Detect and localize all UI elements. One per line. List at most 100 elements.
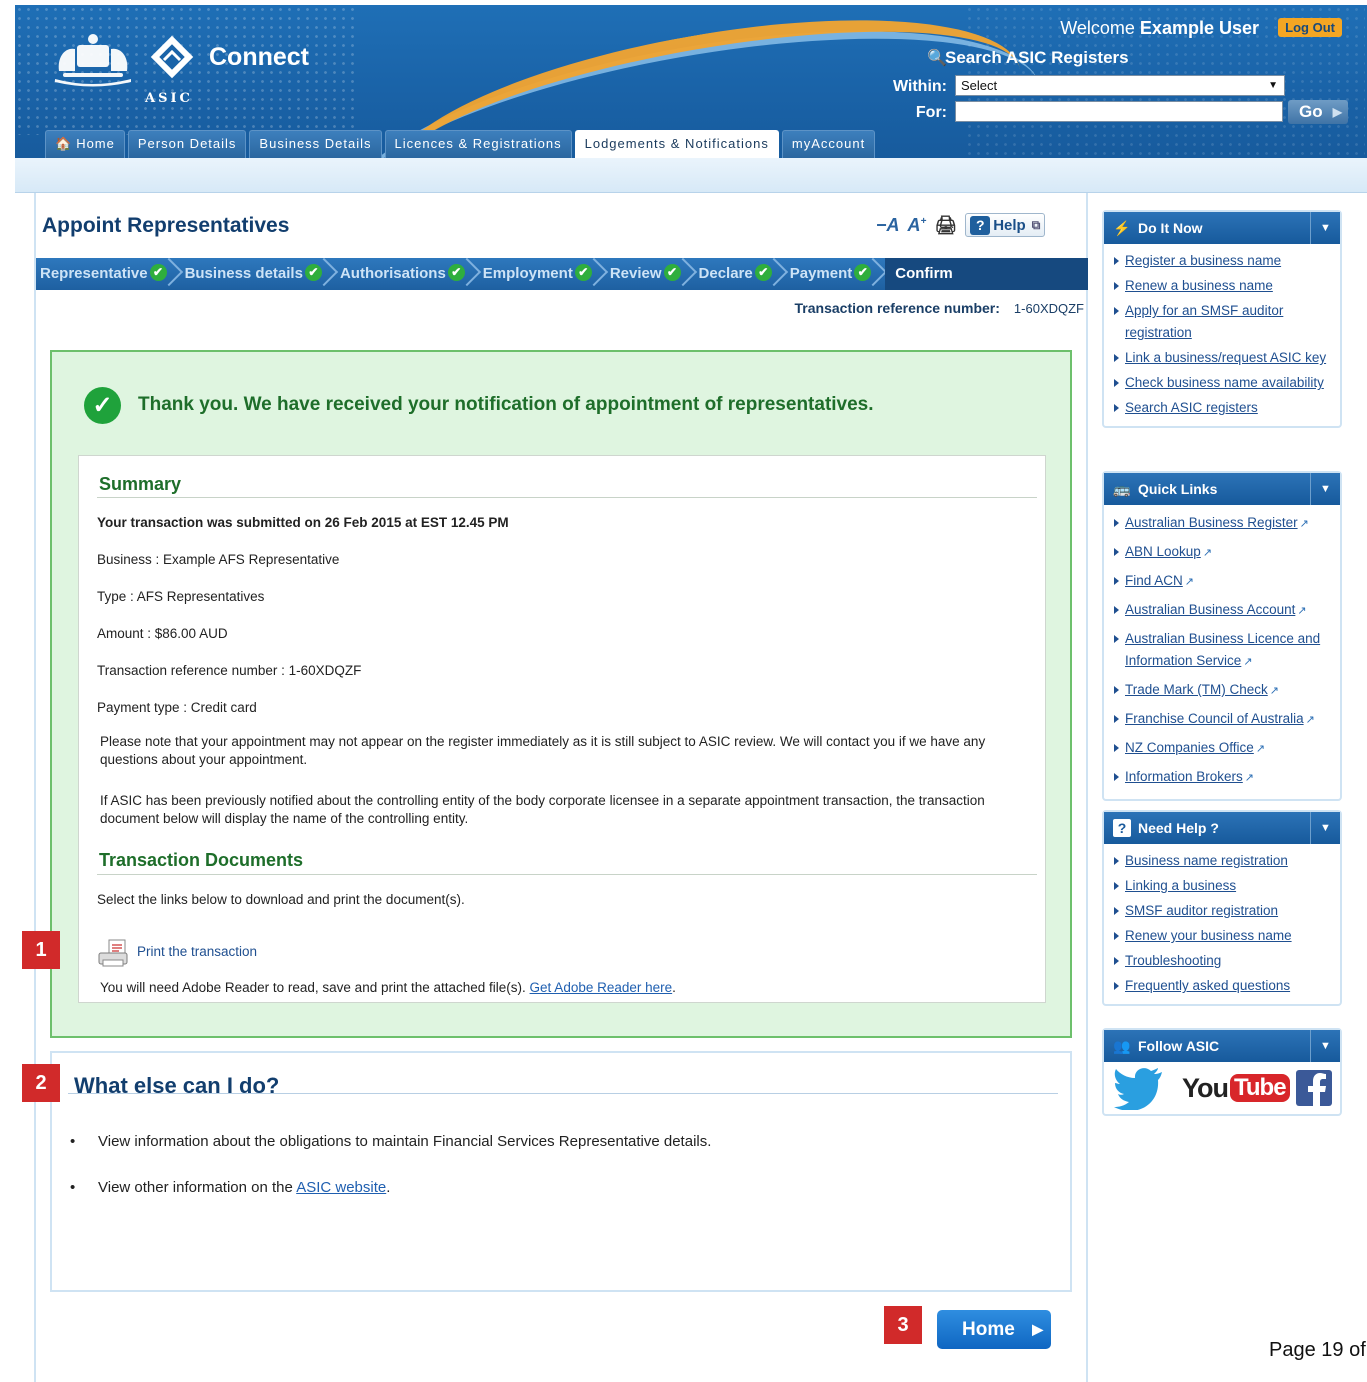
trade-mark-link[interactable]: Trade Mark (TM) Check xyxy=(1125,682,1268,697)
chevron-down-icon[interactable]: ▼ xyxy=(1310,473,1340,505)
external-link-icon: ↗ xyxy=(1184,576,1194,588)
troubleshooting-link[interactable]: Troubleshooting xyxy=(1125,953,1221,968)
print-transaction-link[interactable]: Print the transaction xyxy=(137,944,257,959)
external-link-icon: ↗ xyxy=(1243,656,1253,668)
franchise-council-link[interactable]: Franchise Council of Australia xyxy=(1125,711,1304,726)
business-licence-link[interactable]: Australian Business Licence and Informat… xyxy=(1125,631,1320,668)
check-availability-link[interactable]: Check business name availability xyxy=(1125,375,1324,390)
list-item: Renew your business name xyxy=(1112,925,1340,947)
decrease-text-icon[interactable]: −A xyxy=(876,215,900,236)
register-business-name-link[interactable]: Register a business name xyxy=(1125,253,1281,268)
what-else-panel: What else can I do? • View information ab… xyxy=(50,1051,1072,1292)
list-item: Information Brokers ↗ xyxy=(1112,766,1340,789)
information-brokers-link[interactable]: Information Brokers xyxy=(1125,769,1243,784)
follow-asic-header[interactable]: 👥 Follow ASIC ▼ xyxy=(1104,1030,1340,1062)
check-icon: ✔ xyxy=(149,264,167,282)
documents-instruction: Select the links below to download and p… xyxy=(97,892,465,907)
business-account-link[interactable]: Australian Business Account xyxy=(1125,602,1295,617)
do-it-now-header[interactable]: ⚡ Do It Now ▼ xyxy=(1104,212,1340,244)
bus-icon: 🚌 xyxy=(1113,481,1131,497)
check-icon: ✔ xyxy=(854,264,872,282)
search-registers-heading: 🔍Search ASIC Registers xyxy=(927,48,1129,67)
logout-button[interactable]: Log Out xyxy=(1278,18,1342,37)
smsf-auditor-link[interactable]: Apply for an SMSF auditor registration xyxy=(1125,303,1283,340)
business-name-registration-link[interactable]: Business name registration xyxy=(1125,853,1288,868)
chevron-down-icon[interactable]: ▼ xyxy=(1310,212,1340,244)
people-icon: 👥 xyxy=(1113,1038,1131,1054)
transaction-reference-value: 1-60XDQZF xyxy=(1013,301,1084,316)
list-item: Apply for an SMSF auditor registration xyxy=(1112,300,1340,344)
adobe-reader-note: You will need Adobe Reader to read, save… xyxy=(100,980,676,995)
asic-website-link[interactable]: ASIC website xyxy=(296,1179,386,1196)
submitted-text: Your transaction was submitted on 26 Feb… xyxy=(97,515,509,530)
tab-home[interactable]: 🏠 Home xyxy=(45,130,125,158)
print-icon[interactable]: 🖨 xyxy=(934,215,957,236)
renew-your-business-name-link[interactable]: Renew your business name xyxy=(1125,928,1292,943)
search-registers-link[interactable]: Search ASIC registers xyxy=(1125,400,1258,415)
home-icon: 🏠 xyxy=(55,136,73,151)
transaction-documents-heading: Transaction Documents xyxy=(99,850,304,870)
abn-lookup-link[interactable]: ABN Lookup xyxy=(1125,544,1201,559)
list-item: Trade Mark (TM) Check ↗ xyxy=(1112,679,1340,702)
external-link-icon: ↗ xyxy=(1305,714,1315,726)
sub-navigation-bar xyxy=(15,158,1367,193)
quick-links-widget: 🚌 Quick Links ▼ Australian Business Regist… xyxy=(1102,471,1342,801)
summary-heading: Summary xyxy=(99,474,182,494)
tab-person-details[interactable]: Person Details xyxy=(127,130,247,158)
smsf-registration-link[interactable]: SMSF auditor registration xyxy=(1125,903,1278,918)
find-acn-link[interactable]: Find ACN xyxy=(1125,573,1183,588)
step-authorisations: Authorisations ✔ xyxy=(336,258,479,290)
go-button[interactable]: Go ▶ xyxy=(1288,100,1348,124)
list-item: Frequently asked questions xyxy=(1112,975,1340,997)
faq-link[interactable]: Frequently asked questions xyxy=(1125,978,1290,993)
step-confirm: Confirm xyxy=(885,258,1088,290)
linking-business-link[interactable]: Linking a business xyxy=(1125,878,1236,893)
tab-myaccount[interactable]: myAccount xyxy=(781,130,876,158)
tab-lodgements-notifications[interactable]: Lodgements & Notifications xyxy=(574,130,779,158)
nz-companies-link[interactable]: NZ Companies Office xyxy=(1125,740,1254,755)
step-declare: Declare ✔ xyxy=(695,258,786,290)
quick-links-header[interactable]: 🚌 Quick Links ▼ xyxy=(1104,473,1340,505)
need-help-header[interactable]: ? Need Help ? ▼ xyxy=(1104,812,1340,844)
list-item: • View other information on the ASIC webs… xyxy=(70,1179,391,1196)
controlling-entity-note: If ASIC has been previously notified abo… xyxy=(100,793,985,826)
increase-text-icon[interactable]: A+ xyxy=(908,215,927,236)
external-link-icon: ↗ xyxy=(1202,547,1213,559)
lightning-icon: ⚡ xyxy=(1113,220,1131,236)
trn-value: Transaction reference number : 1-60XDQZF xyxy=(97,663,362,678)
twitter-icon[interactable] xyxy=(1114,1066,1164,1110)
pdf-print-icon[interactable] xyxy=(97,939,131,967)
tab-business-details[interactable]: Business Details xyxy=(249,130,382,158)
youtube-icon[interactable]: You Tube xyxy=(1182,1070,1290,1106)
home-button[interactable]: Home ▶ xyxy=(937,1310,1051,1349)
help-button[interactable]: ? Help ⧉ xyxy=(965,213,1046,237)
step-review: Review ✔ xyxy=(606,258,695,290)
chevron-down-icon[interactable]: ▼ xyxy=(1310,1030,1340,1062)
list-item: • View information about the obligations … xyxy=(70,1133,712,1150)
user-name: Example User xyxy=(1139,18,1259,38)
welcome-message: Welcome Example User xyxy=(1060,18,1259,38)
facebook-icon[interactable] xyxy=(1296,1070,1332,1106)
transaction-reference: Transaction reference number: 1-60XDQZF xyxy=(794,300,1084,316)
search-input[interactable] xyxy=(955,101,1283,122)
tab-licences-registrations[interactable]: Licences & Registrations xyxy=(384,130,572,158)
callout-marker-1: 1 xyxy=(22,931,60,969)
step-payment: Payment ✔ xyxy=(786,258,886,290)
link-business-link[interactable]: Link a business/request ASIC key xyxy=(1125,350,1326,365)
renew-business-name-link[interactable]: Renew a business name xyxy=(1125,278,1273,293)
external-link-icon: ⧉ xyxy=(1031,217,1041,232)
within-select[interactable]: Select ▼ xyxy=(955,75,1285,96)
list-item: Business name registration xyxy=(1112,850,1340,872)
main-nav: 🏠 Home Person Details Business Details Li… xyxy=(45,130,876,158)
abr-link[interactable]: Australian Business Register xyxy=(1125,515,1298,530)
list-item: Check business name availability xyxy=(1112,372,1340,394)
site-header: ASIC Connect Welcome Example User Log Ou… xyxy=(15,5,1367,158)
list-item: ABN Lookup ↗ xyxy=(1112,541,1340,564)
chevron-right-icon: ▶ xyxy=(1332,105,1342,119)
business-value: Business : Example AFS Representative xyxy=(97,552,340,567)
get-adobe-reader-link[interactable]: Get Adobe Reader here xyxy=(530,980,673,995)
check-icon: ✔ xyxy=(304,264,322,282)
page-title: Appoint Representatives xyxy=(42,214,290,237)
list-item: Renew a business name xyxy=(1112,275,1340,297)
chevron-down-icon[interactable]: ▼ xyxy=(1310,812,1340,844)
